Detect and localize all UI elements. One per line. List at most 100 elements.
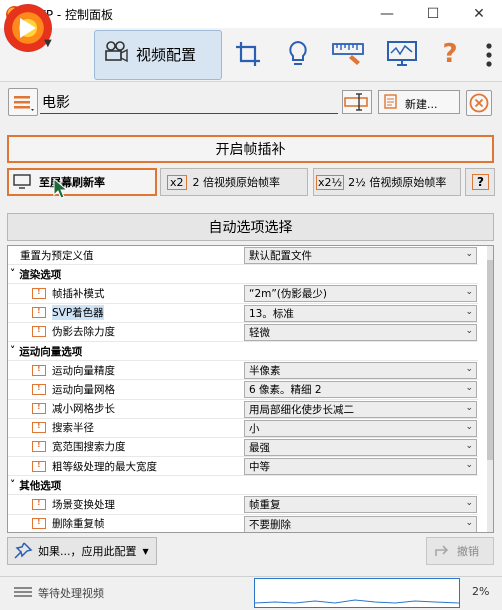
scrollbar-thumb[interactable]: [487, 260, 493, 460]
new-document-icon: [384, 94, 397, 109]
crop-icon[interactable]: [228, 34, 268, 74]
settings-row[interactable]: 运动向量网格 6 像素。精细 2 ⌄: [8, 380, 478, 400]
info-icon: [32, 402, 46, 415]
chevron-down-icon: ⌄: [465, 498, 473, 509]
hamburger-menu-icon: [14, 96, 34, 111]
x2-badge: x2: [167, 174, 187, 190]
settings-row-selected[interactable]: SVP着色器 13。标准 ⌄: [8, 304, 478, 323]
profile-name-field[interactable]: 电影: [40, 88, 338, 114]
setting-label: 搜索半径: [32, 419, 94, 437]
rate-x25-button[interactable]: x2½ 2½ 倍视频原始帧率: [313, 168, 461, 196]
section-title-text: 渲染选项: [19, 268, 62, 281]
setting-label: 删除重复帧: [32, 515, 105, 532]
settings-row[interactable]: 删除重复帧 不要删除 ⌄: [8, 515, 478, 532]
setting-value-dropdown[interactable]: 最强 ⌄: [244, 438, 477, 456]
settings-row[interactable]: 搜索半径 小⌄: [8, 419, 478, 438]
status-menu-icon[interactable]: [14, 586, 32, 598]
new-profile-label: 新建...: [405, 98, 438, 111]
settings-row[interactable]: 减小网格步长 用局部细化使步长减二 ⌄: [8, 400, 478, 419]
chevron-down-icon: ⌄: [465, 440, 473, 451]
setting-label: 伪影去除力度: [32, 323, 115, 341]
collapse-chevron-icon: ˅: [10, 268, 16, 281]
setting-value-text: 半像素: [249, 365, 281, 378]
close-button[interactable]: ✕: [456, 0, 502, 28]
setting-value-dropdown[interactable]: 轻微 ⌄: [244, 323, 477, 341]
setting-value-dropdown[interactable]: 13。标准 ⌄: [244, 304, 477, 322]
rate-x2-button[interactable]: x2 2 倍视频原始帧率: [160, 168, 308, 196]
apply-profile-label: 如果...，应用此配置: [38, 545, 137, 558]
rename-profile-button[interactable]: [342, 90, 372, 114]
setting-value-text: 轻微: [249, 326, 270, 339]
settings-row-reset[interactable]: 重置为预定义值 默认配置文件 ⌄: [8, 246, 478, 266]
auto-select-options-button[interactable]: 自动选项选择: [7, 213, 494, 241]
info-icon: [32, 460, 46, 472]
close-circle-icon: [469, 93, 489, 113]
settings-scrollbar[interactable]: [487, 246, 493, 532]
setting-value-dropdown[interactable]: “2m”(伪影最少) ⌄: [244, 285, 477, 303]
setting-value-text: 6 像素。精细 2: [249, 384, 322, 397]
setting-value-dropdown[interactable]: 6 像素。精细 2 ⌄: [244, 381, 477, 399]
settings-row[interactable]: 伪影去除力度 轻微 ⌄: [8, 323, 478, 342]
delete-profile-button[interactable]: [466, 90, 492, 116]
chevron-down-icon: ⌄: [465, 421, 473, 432]
apply-profile-condition-button[interactable]: 如果...，应用此配置 ▼: [7, 537, 157, 565]
setting-label: 重置为预定义值: [20, 249, 94, 262]
cpu-usage-graph: [254, 578, 460, 608]
enable-frame-interpolation-button[interactable]: 开启帧插补: [7, 135, 494, 163]
info-icon: [32, 364, 46, 376]
chevron-down-icon: ⌄: [465, 364, 473, 375]
chevron-down-icon: ⌄: [465, 306, 473, 317]
mouse-cursor-icon: [53, 178, 69, 199]
x25-badge: x2½: [316, 174, 345, 190]
settings-row[interactable]: 宽范围搜索力度 最强 ⌄: [8, 438, 478, 458]
settings-row[interactable]: 帧插补模式 “2m”(伪影最少) ⌄: [8, 284, 478, 304]
setting-value-dropdown[interactable]: 用局部细化使步长减二 ⌄: [244, 400, 477, 418]
chevron-down-icon: ⌄: [465, 402, 473, 413]
chevron-down-icon: ▼: [142, 546, 149, 556]
maximize-button[interactable]: ☐: [410, 0, 456, 28]
ruler-icon[interactable]: [328, 34, 368, 74]
lightbulb-icon[interactable]: [278, 34, 318, 74]
section-header-render[interactable]: ˅ 渲染选项: [8, 265, 478, 285]
setting-value-text: 小: [249, 422, 260, 435]
setting-value-text: 最强: [249, 441, 270, 454]
setting-value-dropdown[interactable]: 帧重复 ⌄: [244, 496, 477, 514]
monitor-icon[interactable]: [382, 34, 422, 74]
rate-help-button[interactable]: ?: [465, 168, 495, 196]
rate-x2-label: 2 倍视频原始帧率: [192, 176, 281, 189]
settings-row[interactable]: 粗等级处理的最大宽度 中等 ⌄: [8, 457, 478, 477]
cpu-usage-percent: 2%: [472, 585, 490, 598]
setting-value-text: 中等: [249, 461, 270, 474]
info-icon: [32, 383, 46, 395]
setting-value-dropdown[interactable]: 默认配置文件 ⌄: [244, 247, 477, 264]
info-icon: [32, 517, 46, 530]
help-icon[interactable]: ?: [430, 34, 470, 74]
setting-label: SVP着色器: [32, 304, 104, 322]
section-header-motion-vectors[interactable]: ˅ 运动向量选项: [8, 341, 478, 362]
section-title: ˅ 其他选项: [10, 476, 61, 494]
more-options-icon[interactable]: [482, 40, 496, 72]
minimize-button[interactable]: —: [364, 0, 410, 28]
undo-button[interactable]: 撤销: [426, 537, 494, 565]
setting-label: 场景变换处理: [32, 495, 115, 513]
settings-grid: 重置为预定义值 默认配置文件⌄ ˅渲染选项 帧插补模式 “2m”(伪影最少)⌄ …: [7, 245, 494, 533]
setting-value-dropdown[interactable]: 小 ⌄: [244, 419, 477, 437]
section-title-text: 运动向量选项: [19, 345, 83, 358]
setting-value-text: 默认配置文件: [249, 250, 312, 262]
chevron-down-icon: ⌄: [465, 287, 473, 298]
section-header-other[interactable]: ˅ 其他选项: [8, 476, 478, 496]
rate-screen-label: 至屏幕刷新率: [39, 176, 105, 189]
video-camera-icon: [105, 41, 128, 63]
settings-row[interactable]: 场景变换处理 帧重复 ⌄: [8, 495, 478, 515]
setting-value-dropdown[interactable]: 中等 ⌄: [244, 458, 477, 476]
setting-value-dropdown[interactable]: 半像素 ⌄: [244, 362, 477, 380]
setting-value-dropdown[interactable]: 不要删除 ⌄: [244, 515, 477, 532]
chevron-down-icon: ⌄: [465, 517, 473, 528]
chevron-down-icon: ⌄: [465, 460, 473, 471]
setting-label: 帧插补模式: [32, 284, 105, 302]
rate-screen-refresh-button[interactable]: 至屏幕刷新率: [7, 168, 157, 196]
setting-label: 运动向量网格: [32, 380, 115, 398]
profile-menu-button[interactable]: [8, 88, 38, 116]
cpu-graph-line: [254, 599, 460, 604]
settings-row[interactable]: 运动向量精度 半像素 ⌄: [8, 361, 478, 381]
